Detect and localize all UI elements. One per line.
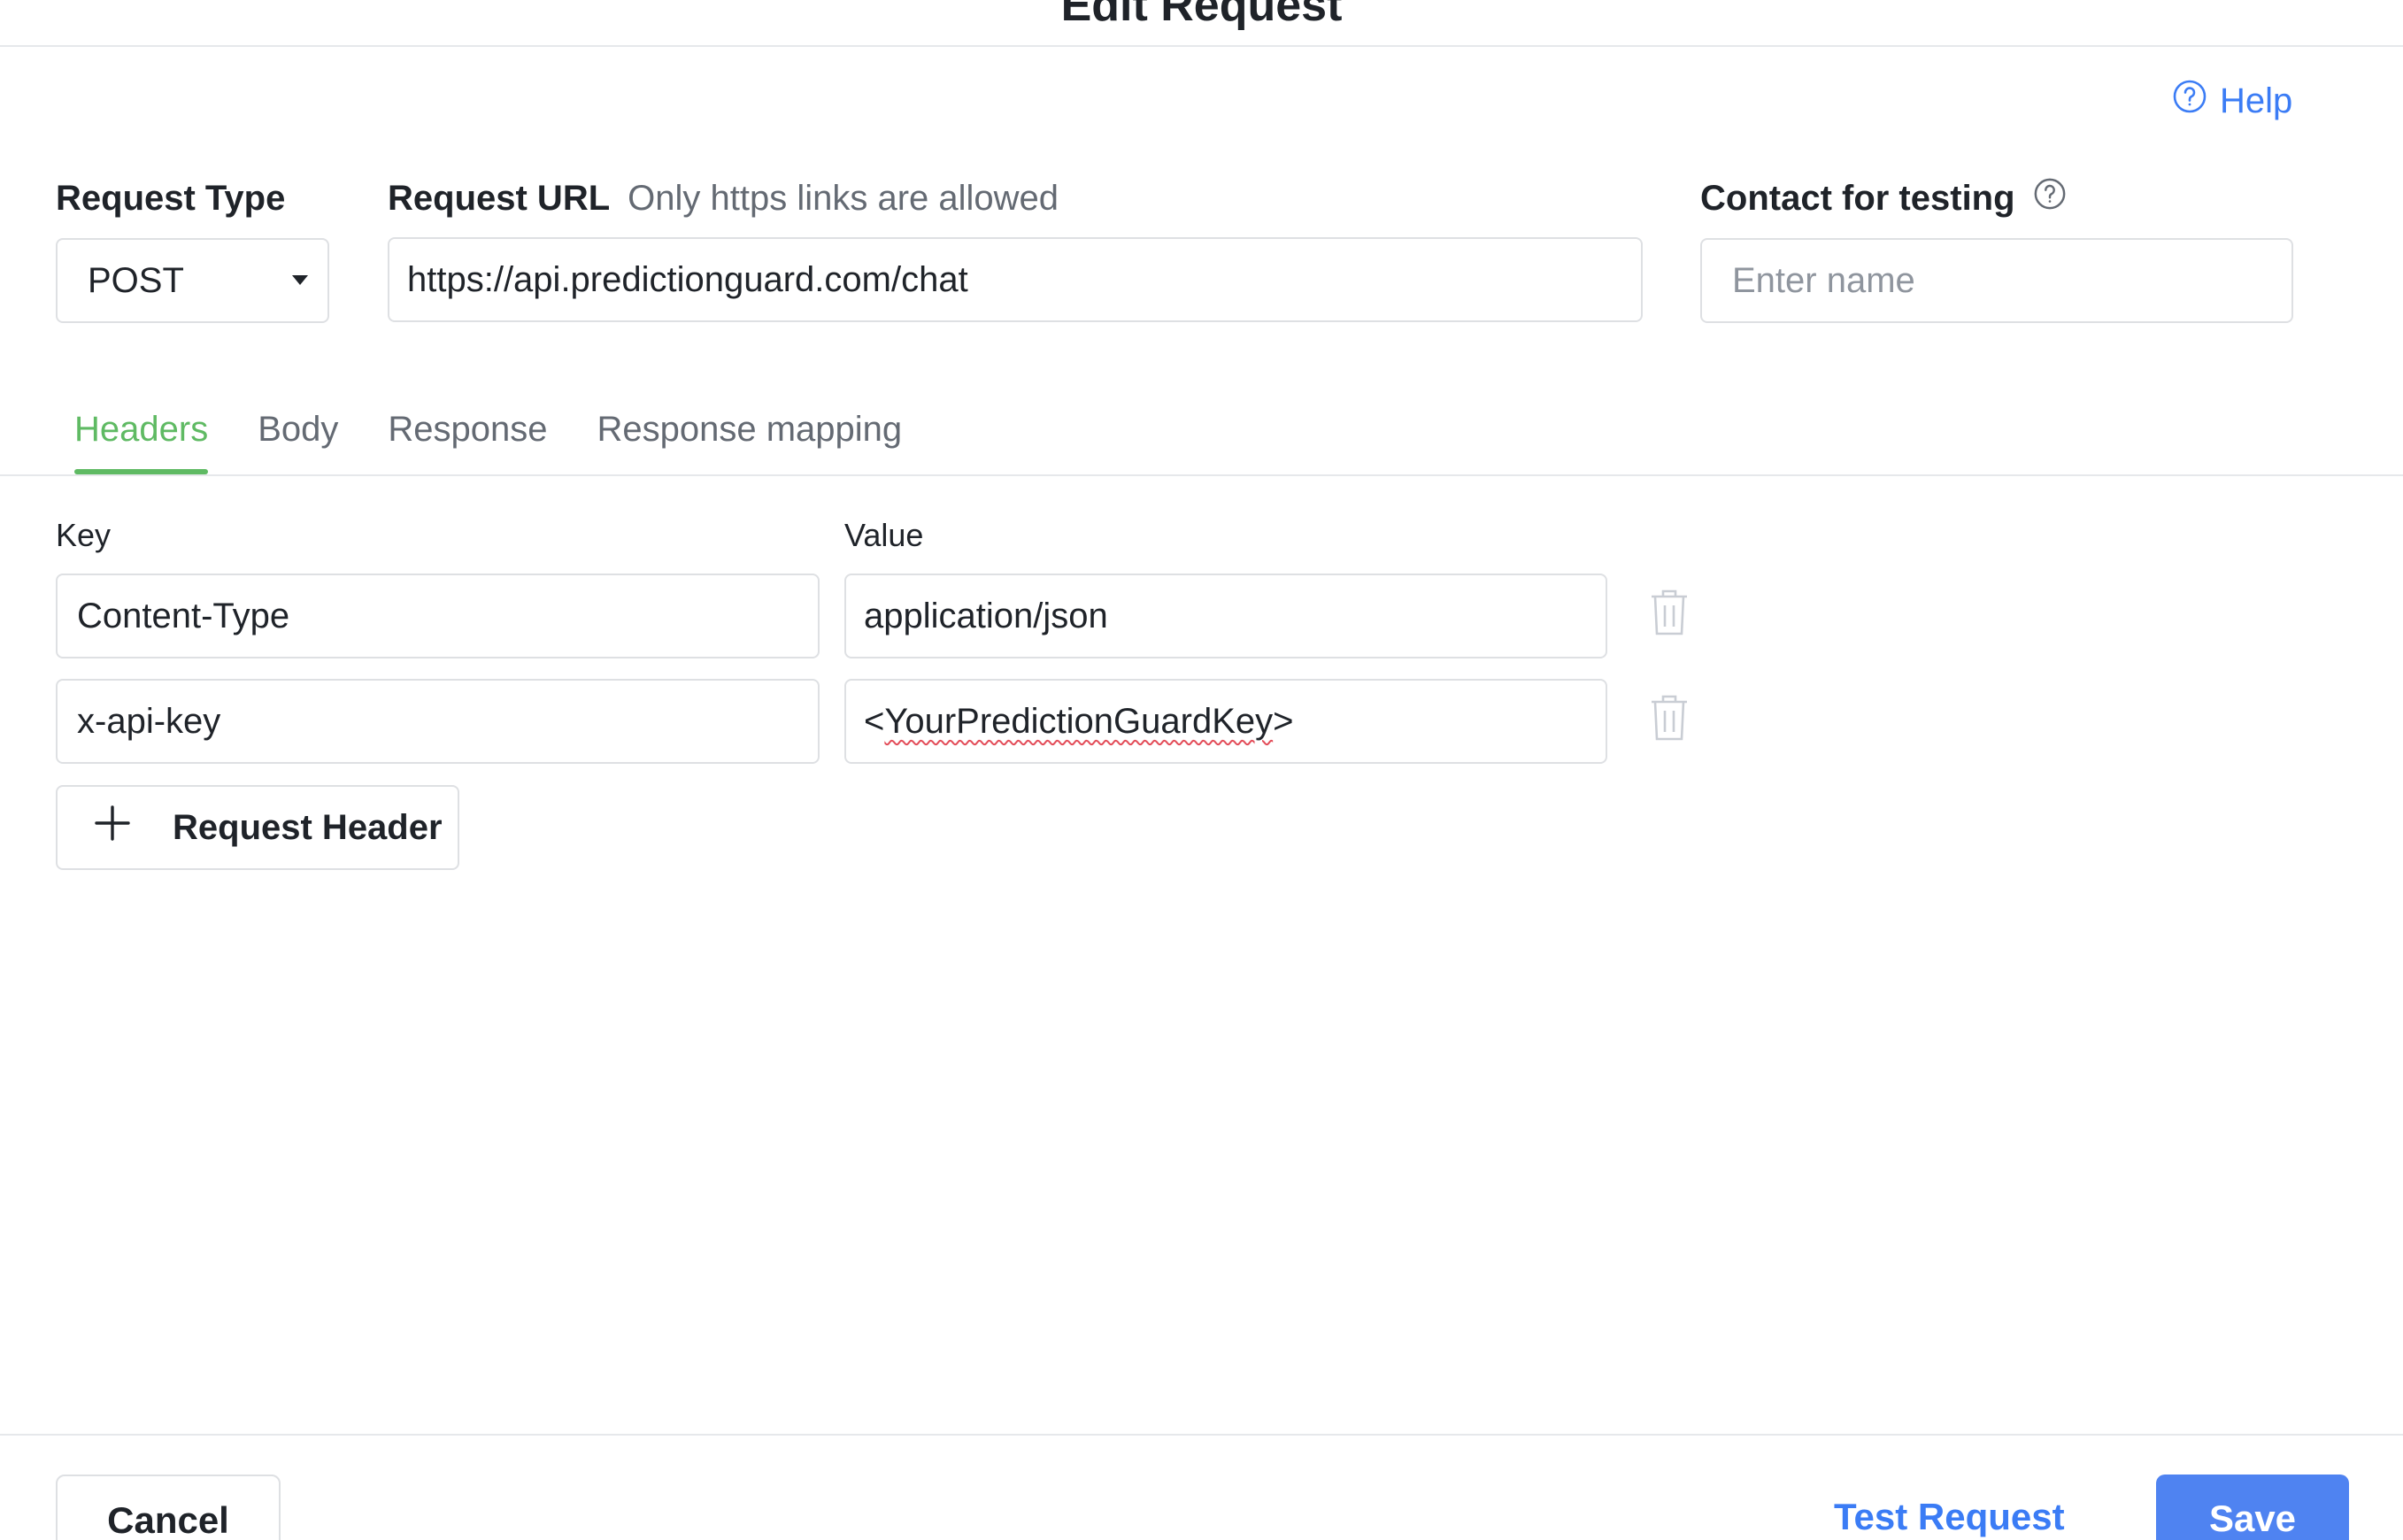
header-key-value: Content-Type <box>77 596 290 635</box>
edit-request-modal: Edit Request Help Request Type POST Requ… <box>0 0 2403 1540</box>
request-url-input[interactable]: https://api.predictionguard.com/chat <box>388 237 1643 322</box>
tab-response-mapping[interactable]: Response mapping <box>597 400 903 474</box>
request-url-hint: Only https links are allowed <box>628 178 1059 218</box>
help-label: Help <box>2220 81 2293 120</box>
contact-label-text: Contact for testing <box>1700 178 2015 218</box>
value-column-label: Value <box>844 517 924 553</box>
caret-down-icon <box>292 275 308 285</box>
help-circle-icon[interactable] <box>2033 177 2067 219</box>
modal-title: Edit Request <box>1060 0 1343 31</box>
request-type-select[interactable]: POST <box>56 238 329 323</box>
header-value-input[interactable]: application/json <box>844 574 1607 658</box>
add-request-header-button[interactable]: Request Header <box>56 785 459 870</box>
header-value-input[interactable]: < YourPredictionGuardKey > <box>844 679 1607 764</box>
plus-icon <box>93 804 132 851</box>
request-type-label-text: Request Type <box>56 178 286 218</box>
contact-label: Contact for testing <box>1700 173 2067 223</box>
tabs-divider <box>0 474 2403 476</box>
trash-icon[interactable] <box>1648 693 1691 743</box>
request-type-label: Request Type <box>56 173 285 223</box>
help-link[interactable]: Help <box>2172 76 2292 126</box>
key-column-label: Key <box>56 517 112 553</box>
contact-placeholder: Enter name <box>1732 260 1915 300</box>
request-url-label: Request URL Only https links are allowed <box>388 173 1059 223</box>
header-value-suffix: > <box>1273 701 1294 741</box>
header-value-prefix: < <box>864 701 885 741</box>
request-url-label-text: Request URL <box>388 178 611 218</box>
request-type-value: POST <box>88 260 184 300</box>
header-value-misspelled-word: YourPredictionGuardKey <box>884 701 1274 741</box>
save-button[interactable]: Save <box>2156 1475 2349 1540</box>
contact-name-input[interactable]: Enter name <box>1700 238 2293 323</box>
tab-headers[interactable]: Headers <box>74 400 209 474</box>
cancel-button[interactable]: Cancel <box>56 1475 281 1540</box>
request-tabs: Headers Body Response Response mapping <box>74 400 902 474</box>
tab-body[interactable]: Body <box>258 400 338 474</box>
footer-divider <box>0 1434 2403 1436</box>
header-key-input[interactable]: Content-Type <box>56 574 820 658</box>
help-circle-icon <box>2172 79 2207 123</box>
add-request-header-label: Request Header <box>173 807 443 847</box>
test-request-button[interactable]: Test Request <box>1834 1496 2065 1540</box>
header-key-value: x-api-key <box>77 701 221 741</box>
request-url-value: https://api.predictionguard.com/chat <box>407 259 968 299</box>
tab-response[interactable]: Response <box>388 400 547 474</box>
header-divider <box>0 45 2403 47</box>
header-key-input[interactable]: x-api-key <box>56 679 820 764</box>
header-value-value: application/json <box>864 596 1108 635</box>
trash-icon[interactable] <box>1648 588 1691 637</box>
